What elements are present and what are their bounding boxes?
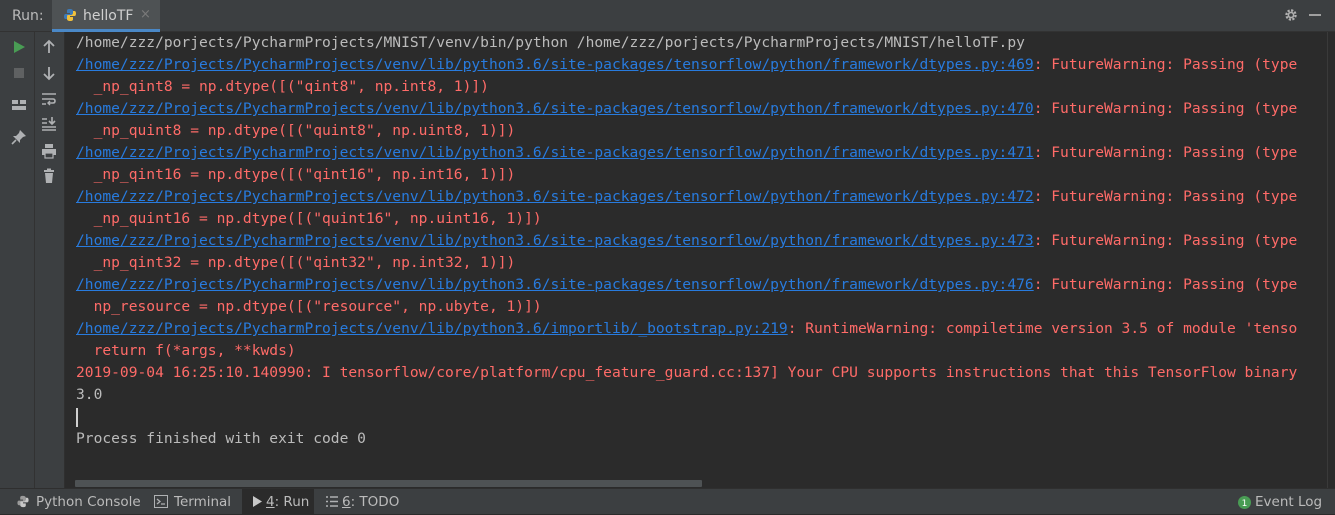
console-line: /home/zzz/Projects/PycharmProjects/venv/…: [76, 318, 1297, 340]
console-text: : FutureWarning: Passing (type: [1033, 188, 1298, 205]
console-line: /home/zzz/porjects/PycharmProjects/MNIST…: [76, 32, 1025, 54]
event-count-badge: 1: [1238, 496, 1251, 509]
pin-icon[interactable]: [11, 129, 27, 145]
run-tab[interactable]: 4: Run: [242, 489, 314, 515]
console-line: Process finished with exit code 0: [76, 428, 366, 450]
console-text: _np_qint8 = np.dtype([("qint8", np.int8,…: [76, 78, 489, 95]
console-text: : FutureWarning: Passing (type: [1033, 100, 1298, 117]
todo-tab[interactable]: 6: TODO: [325, 489, 405, 515]
console-line: /home/zzz/Projects/PycharmProjects/venv/…: [76, 186, 1297, 208]
python-icon: [17, 495, 29, 508]
minimize-icon[interactable]: [1309, 14, 1321, 16]
console-text: /home/zzz/porjects/PycharmProjects/MNIST…: [76, 34, 1025, 51]
console-text: _np_quint8 = np.dtype([("quint8", np.uin…: [76, 122, 516, 139]
scroll-to-end-icon[interactable]: [41, 116, 57, 132]
stop-icon[interactable]: [11, 65, 27, 81]
file-link[interactable]: /home/zzz/Projects/PycharmProjects/venv/…: [76, 56, 1034, 73]
run-label: Run:: [12, 8, 44, 24]
file-link[interactable]: /home/zzz/Projects/PycharmProjects/venv/…: [76, 320, 788, 337]
console-line: /home/zzz/Projects/PycharmProjects/venv/…: [76, 274, 1297, 296]
console-text: 3.0: [76, 386, 103, 403]
run-tab-number: 4: [266, 494, 275, 510]
print-icon[interactable]: [41, 143, 57, 159]
trash-icon[interactable]: [41, 168, 57, 184]
tab-title: helloTF: [83, 8, 134, 24]
event-log-label: Event Log: [1255, 494, 1323, 510]
console-line: /home/zzz/Projects/PycharmProjects/venv/…: [76, 142, 1297, 164]
console-text: 2019-09-04 16:25:10.140990: I tensorflow…: [76, 364, 1298, 381]
python-console-tab[interactable]: Python Console: [16, 489, 141, 515]
python-icon: [64, 9, 76, 21]
console-text: np_resource = np.dtype([("resource", np.…: [76, 298, 542, 315]
console-line: 2019-09-04 16:25:10.140990: I tensorflow…: [76, 362, 1297, 384]
console-text: _np_quint16 = np.dtype([("quint16", np.u…: [76, 210, 542, 227]
console-text: Process finished with exit code 0: [76, 430, 366, 447]
console-actions-toolbar: [35, 32, 65, 488]
file-link[interactable]: /home/zzz/Projects/PycharmProjects/venv/…: [76, 232, 1034, 249]
down-arrow-icon[interactable]: [41, 65, 57, 81]
text-cursor: [76, 408, 78, 427]
console-line: _np_qint16 = np.dtype([("qint16", np.int…: [76, 164, 516, 186]
console-text: : FutureWarning: Passing (type: [1033, 276, 1298, 293]
console-line: _np_quint8 = np.dtype([("quint8", np.uin…: [76, 120, 516, 142]
horizontal-scrollbar[interactable]: [75, 480, 702, 487]
console-text: _np_qint16 = np.dtype([("qint16", np.int…: [76, 166, 516, 183]
terminal-label: Terminal: [174, 494, 232, 510]
run-tool-window-header: Run: helloTF ×: [0, 0, 1335, 32]
run-tab-label: : Run: [274, 494, 310, 510]
terminal-tab[interactable]: Terminal: [154, 489, 234, 515]
file-link[interactable]: /home/zzz/Projects/PycharmProjects/venv/…: [76, 100, 1034, 117]
todo-tab-number: 6: [342, 494, 351, 510]
todo-list-icon: [326, 496, 338, 507]
run-controls-toolbar: [0, 32, 35, 488]
run-icon: [253, 496, 262, 507]
vertical-scrollbar[interactable]: [1327, 32, 1335, 488]
console-text: : FutureWarning: Passing (type: [1033, 232, 1298, 249]
python-console-label: Python Console: [36, 494, 141, 510]
console-line: _np_qint32 = np.dtype([("qint32", np.int…: [76, 252, 516, 274]
todo-tab-label: : TODO: [350, 494, 400, 510]
console-line: /home/zzz/Projects/PycharmProjects/venv/…: [76, 54, 1297, 76]
close-tab-icon[interactable]: ×: [140, 7, 151, 22]
soft-wrap-icon[interactable]: [41, 91, 57, 107]
bottom-tool-window-bar: Python Console Terminal 4: Run 6: TODO 1…: [0, 488, 1335, 515]
terminal-icon: [154, 495, 168, 508]
file-link[interactable]: /home/zzz/Projects/PycharmProjects/venv/…: [76, 144, 1034, 161]
console-line: _np_quint16 = np.dtype([("quint16", np.u…: [76, 208, 542, 230]
file-link[interactable]: /home/zzz/Projects/PycharmProjects/venv/…: [76, 188, 1034, 205]
event-log-tab[interactable]: 1 Event Log: [1238, 489, 1322, 515]
console-text: return f(*args, **kwds): [76, 342, 296, 359]
tab-hellotf[interactable]: helloTF ×: [52, 0, 160, 32]
console-line: return f(*args, **kwds): [76, 340, 296, 362]
up-arrow-icon[interactable]: [41, 39, 57, 55]
console-line: np_resource = np.dtype([("resource", np.…: [76, 296, 542, 318]
file-link[interactable]: /home/zzz/Projects/PycharmProjects/venv/…: [76, 276, 1034, 293]
svg-text:1: 1: [1242, 499, 1248, 509]
console-text: : RuntimeWarning: compiletime version 3.…: [787, 320, 1298, 337]
console-text: : FutureWarning: Passing (type: [1033, 144, 1298, 161]
run-icon[interactable]: [11, 39, 27, 55]
console-line: _np_qint8 = np.dtype([("qint8", np.int8,…: [76, 76, 489, 98]
console-text: _np_qint32 = np.dtype([("qint32", np.int…: [76, 254, 516, 271]
layout-icon[interactable]: [11, 97, 27, 113]
console-text: : FutureWarning: Passing (type: [1033, 56, 1298, 73]
console-output[interactable]: /home/zzz/porjects/PycharmProjects/MNIST…: [65, 32, 1327, 488]
console-line: 3.0: [76, 384, 102, 406]
gear-icon[interactable]: [1284, 8, 1298, 22]
console-line: /home/zzz/Projects/PycharmProjects/venv/…: [76, 230, 1297, 252]
console-line: /home/zzz/Projects/PycharmProjects/venv/…: [76, 98, 1297, 120]
